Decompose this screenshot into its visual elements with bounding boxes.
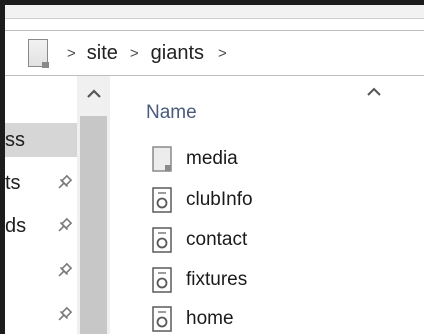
pin-icon[interactable] — [55, 174, 73, 192]
folder-icon — [152, 146, 172, 172]
nav-item[interactable]: ts — [5, 166, 77, 200]
pin-icon[interactable] — [55, 217, 73, 235]
breadcrumb-separator[interactable]: > — [130, 45, 139, 62]
nav-pane-scrollbar[interactable] — [77, 76, 110, 334]
file-name: home — [186, 308, 234, 329]
list-item[interactable]: fixtures — [110, 260, 424, 300]
file-name: fixtures — [186, 269, 248, 290]
nav-item-label: ss — [5, 128, 25, 151]
title-bar-strip — [0, 5, 424, 19]
list-item[interactable]: media — [110, 139, 424, 179]
navigation-pane: ss ts ds — [5, 76, 77, 334]
breadcrumb-separator[interactable]: > — [67, 45, 76, 62]
sort-ascending-icon — [367, 87, 381, 96]
file-name: clubInfo — [186, 189, 253, 210]
list-item[interactable]: contact — [110, 220, 424, 260]
address-bar[interactable]: > site > giants > — [5, 30, 424, 76]
pin-icon[interactable] — [55, 262, 73, 280]
folder-icon — [28, 39, 49, 68]
file-name: contact — [186, 229, 248, 250]
column-header-name[interactable]: Name — [110, 76, 424, 128]
chevron-up-icon — [86, 89, 101, 98]
breadcrumb-item-site[interactable]: site — [87, 42, 118, 65]
pin-icon[interactable] — [55, 306, 73, 324]
nav-item[interactable] — [5, 298, 77, 332]
scroll-up-button[interactable] — [77, 76, 110, 112]
nav-item[interactable]: ss — [5, 123, 77, 157]
breadcrumb-item-giants[interactable]: giants — [151, 42, 204, 65]
list-item[interactable]: clubInfo — [110, 180, 424, 220]
file-name: media — [186, 148, 238, 169]
column-header-label: Name — [146, 102, 197, 123]
nav-item-label: ts — [5, 171, 21, 194]
nav-item[interactable] — [5, 254, 77, 288]
nav-item-label: ds — [5, 214, 27, 237]
breadcrumb-separator[interactable]: > — [218, 45, 227, 62]
nav-item[interactable]: ds — [5, 209, 77, 243]
file-icon — [152, 306, 172, 332]
file-icon — [152, 227, 172, 253]
file-explorer-window: > site > giants > ss ts ds Name media cl… — [0, 0, 424, 334]
file-icon — [152, 187, 172, 213]
file-list-pane: Name media clubInfo contact fixtures hom… — [110, 76, 424, 334]
list-item[interactable]: home — [110, 299, 424, 334]
file-icon — [152, 267, 172, 293]
scroll-thumb[interactable] — [80, 116, 107, 334]
